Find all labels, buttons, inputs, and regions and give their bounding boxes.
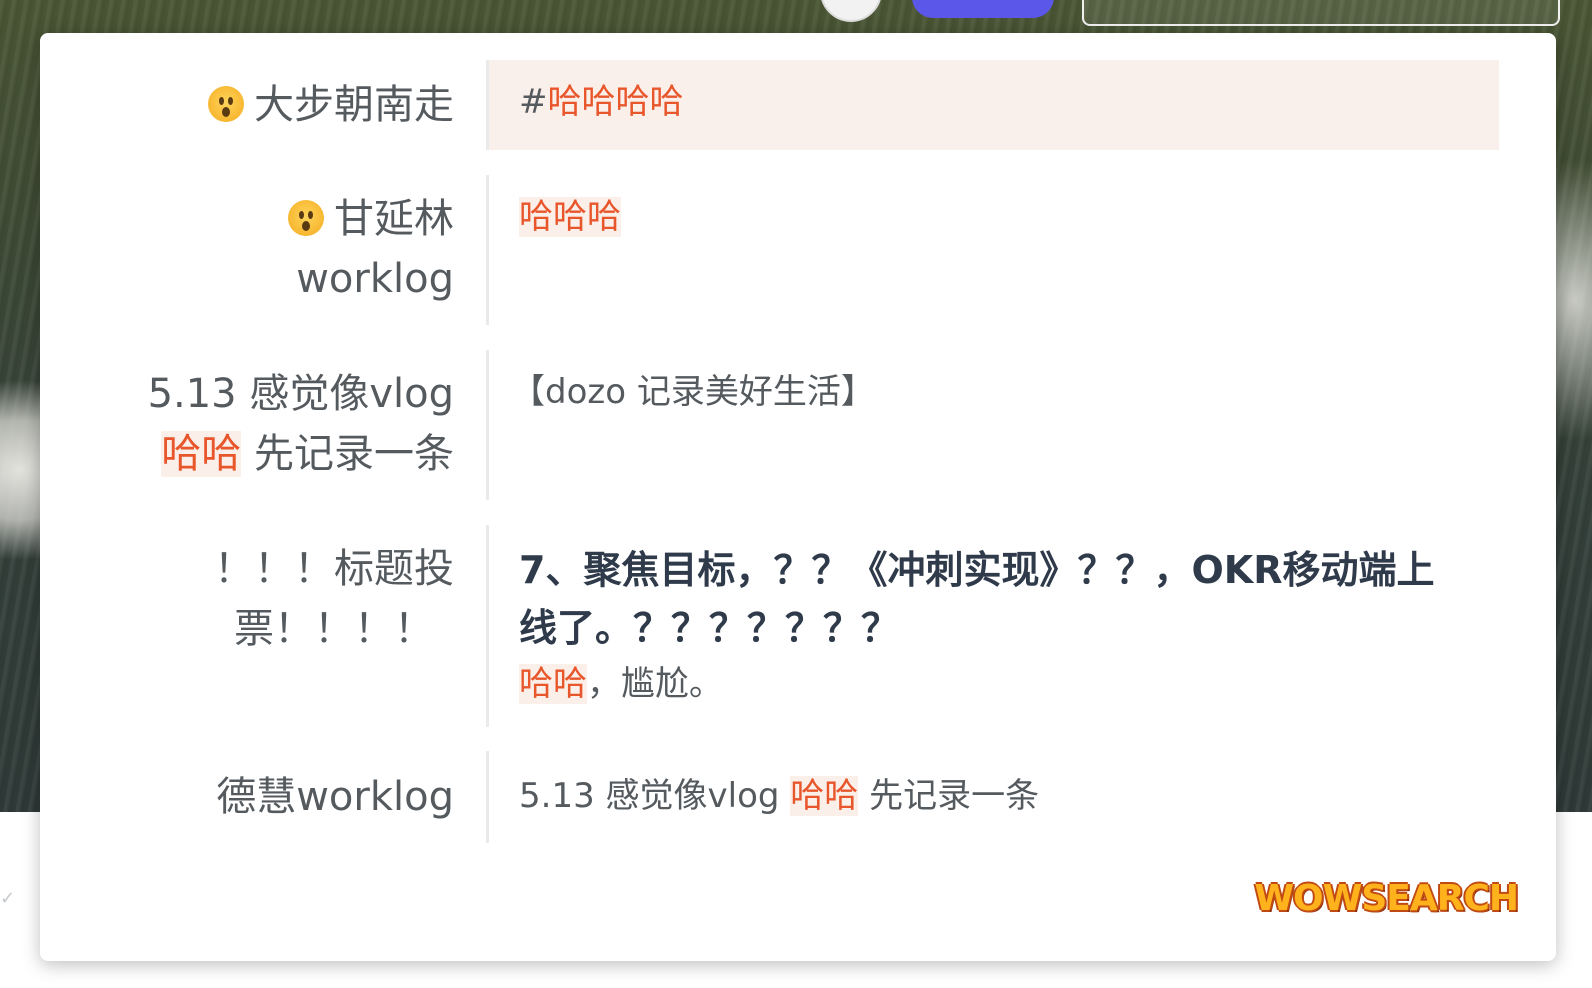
result-snippet: 5.13 感觉像vlog 哈哈 先记录一条 bbox=[486, 751, 1499, 843]
result-title: ！！！标题投 票！！！！ bbox=[214, 546, 454, 652]
result-title: 德慧worklog bbox=[216, 774, 454, 820]
result-row-1[interactable]: 大步朝南走 #哈哈哈哈 bbox=[40, 60, 1556, 150]
wowsearch-logo: WOWSEARCH bbox=[1254, 878, 1519, 919]
result-row-2[interactable]: 甘延林 worklog 哈哈哈 bbox=[40, 175, 1556, 325]
result-row-5[interactable]: 德慧worklog 5.13 感觉像vlog 哈哈 先记录一条 bbox=[40, 751, 1556, 843]
result-row-4[interactable]: ！！！标题投 票！！！！ 7、聚焦目标，？？《冲刺实现》？？，OKR移动端上 线… bbox=[40, 525, 1556, 727]
astonished-emoji-icon bbox=[208, 86, 244, 122]
result-row-3[interactable]: 5.13 感觉像vlog 哈哈 先记录一条 【dozo 记录美好生活】 bbox=[40, 350, 1556, 500]
result-title: 甘延林 worklog bbox=[40, 189, 454, 309]
astonished-emoji-icon bbox=[288, 200, 324, 236]
primary-action-button[interactable] bbox=[912, 0, 1054, 18]
result-title: 大步朝南走 bbox=[40, 75, 454, 135]
result-snippet: 【dozo 记录美好生活】 bbox=[486, 350, 1499, 500]
result-title: 5.13 感觉像vlog 哈哈 先记录一条 bbox=[147, 371, 454, 477]
result-snippet: 7、聚焦目标，？？《冲刺实现》？？，OKR移动端上 线了。？？？？？？？ 哈哈，… bbox=[486, 525, 1499, 727]
search-results-popup: 大步朝南走 #哈哈哈哈 甘延林 worklog 哈哈哈 5.13 感觉像vlog… bbox=[40, 33, 1556, 961]
result-snippet: 哈哈哈 bbox=[486, 175, 1499, 325]
chevron-down-icon: ✓ bbox=[0, 888, 16, 909]
search-input[interactable] bbox=[1082, 0, 1560, 26]
result-snippet: #哈哈哈哈 bbox=[486, 60, 1499, 150]
